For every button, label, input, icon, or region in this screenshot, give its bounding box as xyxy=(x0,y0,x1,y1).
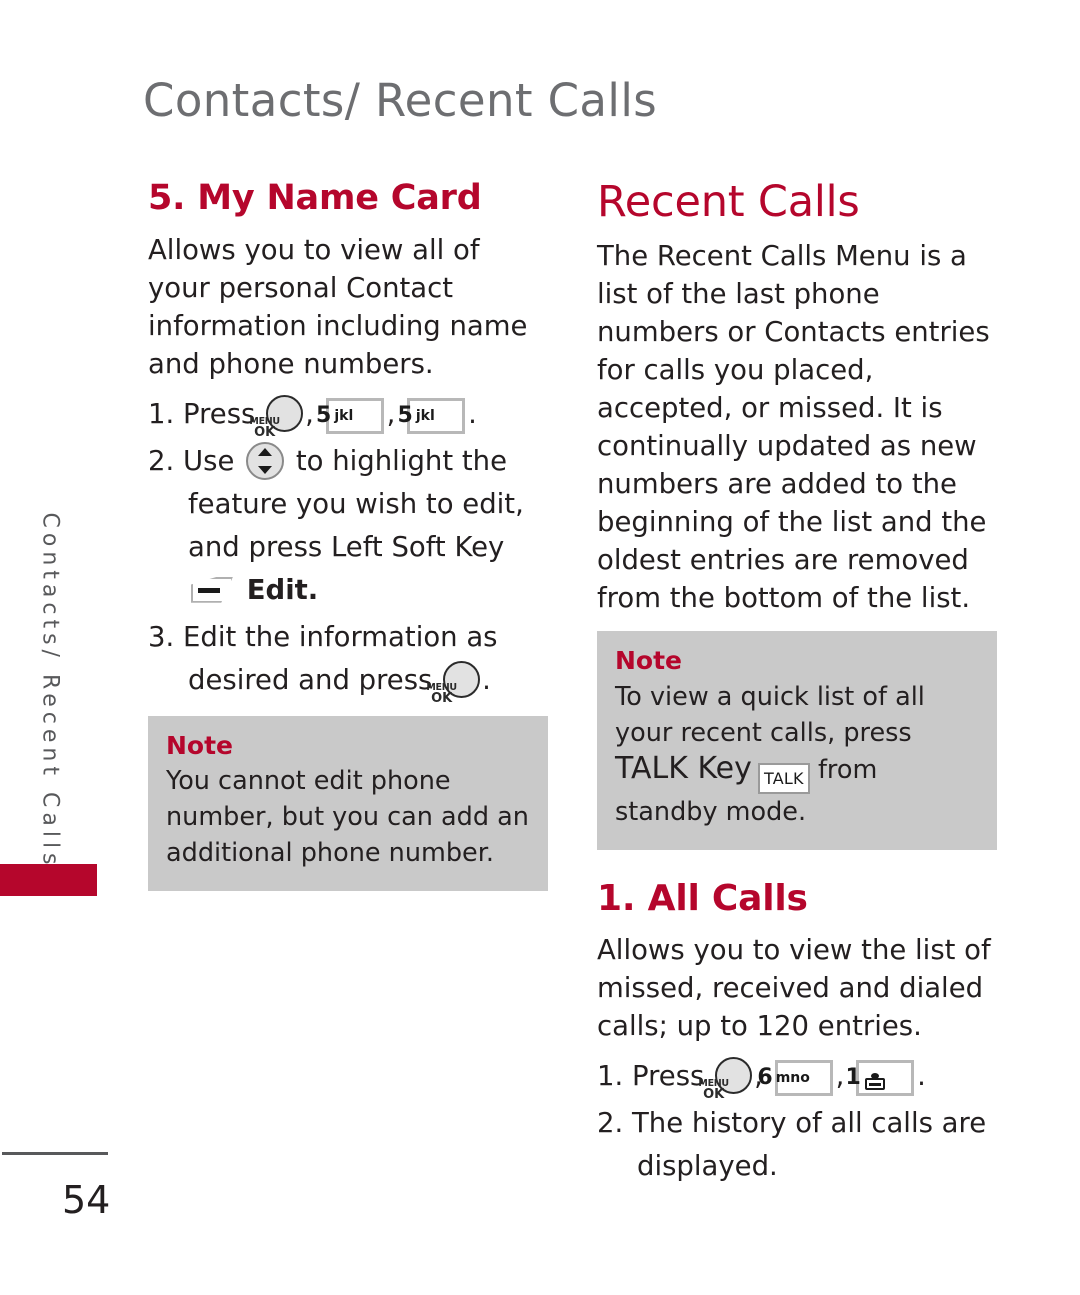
key-5-letters-a: jkl xyxy=(334,407,354,424)
nav-down-arrow-icon xyxy=(258,465,273,474)
step-1-period: . xyxy=(468,397,477,430)
footer-divider xyxy=(2,1152,108,1155)
note-body-right: To view a quick list of all your recent … xyxy=(615,679,979,830)
comma-4: , xyxy=(835,1060,845,1093)
recent-calls-intro: The Recent Calls Menu is a list of the l… xyxy=(597,240,990,615)
step-3-number: 3. xyxy=(148,620,175,653)
voicemail-icon-box xyxy=(864,1078,885,1091)
ok-label-3: OK xyxy=(703,1087,725,1103)
allcalls-step-1-period: . xyxy=(917,1060,926,1093)
step-2-text-use: Use xyxy=(183,444,235,477)
key-5-jkl-icon-a[interactable]: 5 jkl xyxy=(316,397,384,434)
allcalls-step-1-number: 1. xyxy=(597,1060,624,1093)
right-column: Recent Calls The Recent Calls Menu is a … xyxy=(597,177,997,1192)
step-3-text-2: desired and press xyxy=(188,663,433,696)
step-2-edit-label: Edit. xyxy=(246,573,319,606)
step-3-edit: 3. Edit the information as desired and p… xyxy=(148,616,548,706)
navigation-updown-key-icon[interactable] xyxy=(246,441,285,480)
key-5-jkl-icon-b[interactable]: 5 jkl xyxy=(398,397,466,434)
allcalls-step-1-press: 1. Press MENU OK , 6mno , 1 . xyxy=(597,1055,997,1102)
key-6-letters: mno xyxy=(775,1070,810,1087)
step-1-press: 1. Press MENU OK , 5 jkl , 5 jkl . xyxy=(148,393,548,440)
left-soft-key-icon[interactable] xyxy=(191,576,233,603)
key-6-mno-icon[interactable]: 6 mno xyxy=(757,1060,833,1097)
voicemail-icon xyxy=(864,1073,885,1091)
talk-key-icon[interactable]: TALK xyxy=(757,762,810,794)
left-column: 5. My Name Card Allows you to view all o… xyxy=(148,178,548,892)
allcalls-step-1-text: Press xyxy=(632,1060,705,1093)
step-2-text-highlight: to highlight the xyxy=(295,444,507,477)
talk-key-word: TALK Key xyxy=(615,750,752,786)
step-2-number: 2. xyxy=(148,444,175,477)
side-tab-label: Contacts/ Recent Calls xyxy=(37,512,63,870)
key-1-digit: 1 xyxy=(845,1065,861,1091)
side-tab: Contacts/ Recent Calls xyxy=(0,513,97,900)
soft-key-dash-icon xyxy=(198,587,220,593)
step-3-text-1: Edit the information as xyxy=(183,620,498,653)
ok-label-2: OK xyxy=(431,690,453,706)
all-calls-intro: Allows you to view the list of missed, r… xyxy=(597,934,991,1043)
comma-1: , xyxy=(305,397,314,430)
section-heading-recent-calls: Recent Calls xyxy=(597,177,860,227)
section-heading-all-calls: 1. All Calls xyxy=(597,877,808,919)
note-box-right: Note To view a quick list of all your re… xyxy=(597,631,997,850)
allcalls-step-2-number: 2. xyxy=(597,1107,624,1140)
note-right-text-1: To view a quick list of all your recent … xyxy=(615,681,925,748)
page-number: 54 xyxy=(62,1178,111,1222)
allcalls-step-2-text-1: The history of all calls are xyxy=(632,1107,987,1140)
note-box-left: Note You cannot edit phone number, but y… xyxy=(148,715,548,892)
step-2-text-softkey: press Left Soft Key xyxy=(248,530,505,563)
allcalls-step-2-history: 2. The history of all calls are displaye… xyxy=(597,1102,997,1188)
menu-ok-key-icon[interactable]: MENU OK xyxy=(249,394,304,440)
nav-up-arrow-icon xyxy=(258,447,273,456)
step-2-use: 2. Use to highlight the feature you wish… xyxy=(148,440,548,612)
key-1-voicemail-icon[interactable]: 1 xyxy=(845,1060,915,1097)
step-1-text: Press xyxy=(183,397,256,430)
note-title-right: Note xyxy=(615,646,683,676)
note-body-left: You cannot edit phone number, but you ca… xyxy=(166,766,529,869)
key-5-digit-a: 5 xyxy=(316,402,332,428)
page-title: Contacts/ Recent Calls xyxy=(143,74,658,127)
allcalls-step-2-text-2: displayed. xyxy=(637,1150,778,1183)
step-1-number: 1. xyxy=(148,397,175,430)
menu-ok-key-icon-3[interactable]: MENU OK xyxy=(698,1057,753,1102)
my-name-card-intro: Allows you to view all of your personal … xyxy=(148,233,528,380)
menu-ok-key-icon-2[interactable]: MENU OK xyxy=(426,660,481,706)
key-6-digit: 6 xyxy=(757,1065,773,1091)
step-3-period: . xyxy=(482,663,491,696)
key-5-digit-b: 5 xyxy=(397,402,413,428)
comma-2: , xyxy=(386,397,396,430)
key-5-letters-b: jkl xyxy=(415,407,435,424)
section-heading-my-name-card: 5. My Name Card xyxy=(148,178,482,218)
side-tab-accent-bar xyxy=(0,864,97,896)
note-title-left: Note xyxy=(166,730,234,760)
